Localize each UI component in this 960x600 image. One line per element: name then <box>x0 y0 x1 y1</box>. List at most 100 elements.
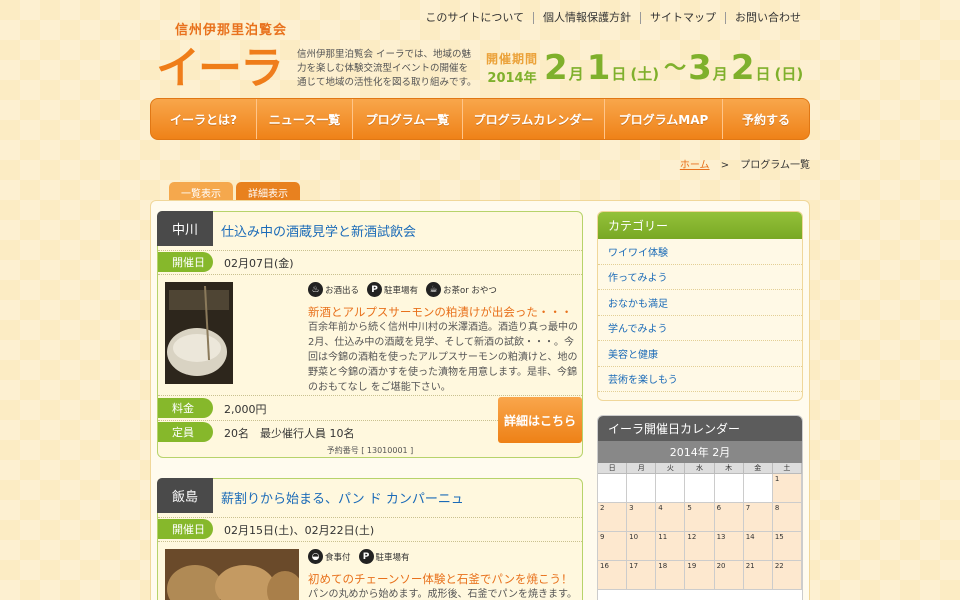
calendar-dow: 金 <box>743 463 773 474</box>
category-item[interactable]: 芸術を楽しもう <box>598 367 802 392</box>
calendar-day[interactable]: 9 <box>598 532 628 561</box>
date-label: 開催日 <box>158 252 213 272</box>
link-contact[interactable]: お問い合わせ <box>725 12 810 24</box>
start-month: 2 <box>544 48 568 88</box>
calendar-day[interactable]: 8 <box>772 503 802 532</box>
calendar-dow: 木 <box>714 463 744 474</box>
calendar-day[interactable]: 13 <box>714 532 744 561</box>
feature-icons: ♨ お酒出る P 駐車場有 ☕ お茶or おやつ <box>308 282 505 297</box>
program-photo <box>165 549 299 600</box>
program-description: パンの丸めから始めます。成形後、石釜でパンを焼きます。 <box>308 589 577 600</box>
period-year: 2014年 <box>487 71 537 86</box>
program-date: 02月15日(土)、02月22日(土) <box>224 524 375 537</box>
calendar-day[interactable]: 15 <box>772 532 802 561</box>
parking-icon: P <box>358 549 374 564</box>
nav-calendar[interactable]: プログラムカレンダー <box>463 99 605 139</box>
calendar-day[interactable]: 4 <box>656 503 686 532</box>
end-month: 3 <box>688 48 712 88</box>
nav-reserve[interactable]: 予約する <box>723 99 809 139</box>
nav-about[interactable]: イーラとは? <box>151 99 257 139</box>
top-links: このサイトについて 個人情報保護方針 サイトマップ お問い合わせ <box>416 12 810 24</box>
area-badge: 中川 <box>157 211 213 246</box>
area-badge: 飯島 <box>157 478 213 513</box>
meal-icon: ◒ <box>308 549 323 564</box>
parking-icon: P <box>367 282 383 297</box>
calendar-day[interactable]: 6 <box>714 503 744 532</box>
calendar-dow: 月 <box>627 463 657 474</box>
category-item[interactable]: 作ってみよう <box>598 265 802 290</box>
feature-parking: 駐車場有 <box>384 285 419 296</box>
program-title[interactable]: 薪割りから始まる、パン ド カンパーニュ <box>221 488 464 507</box>
calendar-day[interactable]: 10 <box>627 532 657 561</box>
breadcrumb-sep: > <box>720 160 730 171</box>
nav-news[interactable]: ニュース一覧 <box>257 99 353 139</box>
calendar-day[interactable]: 7 <box>743 503 773 532</box>
end-day-unit: 日 <box>755 65 771 83</box>
sake-icon: ♨ <box>308 282 323 297</box>
calendar-day[interactable]: 16 <box>598 561 628 590</box>
nav-programs[interactable]: プログラム一覧 <box>353 99 463 139</box>
program-card: 飯島 薪割りから始まる、パン ド カンパーニュ 開催日 02月15日(土)、02… <box>157 478 583 600</box>
calendar-day[interactable]: 20 <box>714 561 744 590</box>
calendar-day <box>714 474 744 503</box>
link-privacy[interactable]: 個人情報保護方針 <box>533 12 640 24</box>
calendar-day <box>627 474 657 503</box>
program-title[interactable]: 仕込み中の酒蔵見学と新酒試飲会 <box>221 221 416 240</box>
breadcrumb-current: プログラム一覧 <box>740 160 810 171</box>
start-month-unit: 月 <box>568 65 584 83</box>
event-period: 開催期間 2014年 2 月 1 日 (土) 〜 3 月 2 日 (日) <box>486 46 806 86</box>
calendar-day[interactable]: 2 <box>598 503 628 532</box>
category-title: カテゴリー <box>598 212 802 239</box>
end-day: 2 <box>730 48 755 88</box>
nav-map[interactable]: プログラムMAP <box>605 99 723 139</box>
detail-button[interactable]: 詳細はこちら <box>498 397 582 443</box>
program-description: 百余年前から続く信州中川村の米澤酒造。酒造り真っ最中の2月、仕込み中の酒蔵を見学… <box>308 322 578 393</box>
feature-parking: 駐車場有 <box>375 552 410 563</box>
reservation-number: 予約番号 [ 13010001 ] <box>326 446 414 455</box>
calendar-month: 2014年 2月 <box>598 441 802 463</box>
calendar-day[interactable]: 11 <box>656 532 686 561</box>
fee-label: 料金 <box>158 398 213 418</box>
start-dow: (土) <box>630 65 660 83</box>
calendar-day[interactable]: 1 <box>772 474 802 503</box>
calendar-dow: 火 <box>656 463 686 474</box>
breadcrumb: ホーム > プログラム一覧 <box>680 156 810 171</box>
period-tilde: 〜 <box>664 56 687 81</box>
calendar-dow: 土 <box>772 463 802 474</box>
capacity-label: 定員 <box>158 422 213 442</box>
calendar-title: イーラ開催日カレンダー <box>598 416 802 441</box>
calendar-day[interactable]: 17 <box>627 561 657 590</box>
site-intro: 信州伊那里泊覧会 イーラでは、地域の魅力を楽しむ体験交流型イベントの開催を通じて… <box>297 49 477 88</box>
category-item[interactable]: おなかも満足 <box>598 290 802 316</box>
logo[interactable]: イーラ <box>156 32 284 96</box>
calendar-day <box>743 474 773 503</box>
calendar-grid: 日 月 火 水 木 金 土 1 2 3 4 5 6 7 8 9 10 11 12 13 14 15 16 17 1… <box>598 463 802 590</box>
program-date: 02月07日(金) <box>224 257 294 270</box>
event-calendar: イーラ開催日カレンダー 2014年 2月 日 月 火 水 木 金 土 12345… <box>597 415 803 600</box>
feature-tea: お茶or おやつ <box>443 285 497 296</box>
tea-icon: ☕ <box>426 282 442 297</box>
calendar-day[interactable]: 5 <box>685 503 715 532</box>
breadcrumb-home[interactable]: ホーム <box>680 160 710 171</box>
feature-meal: 食事付 <box>325 552 351 563</box>
tab-list-view[interactable]: 一覧表示 <box>169 182 233 202</box>
calendar-day[interactable]: 3 <box>627 503 657 532</box>
program-photo <box>165 282 233 384</box>
calendar-day[interactable]: 19 <box>685 561 715 590</box>
calendar-day[interactable]: 14 <box>743 532 773 561</box>
end-dow: (日) <box>774 65 804 83</box>
link-sitemap[interactable]: サイトマップ <box>640 12 725 24</box>
category-item[interactable]: 美容と健康 <box>598 341 802 367</box>
calendar-day[interactable]: 22 <box>772 561 802 590</box>
calendar-day[interactable]: 21 <box>743 561 773 590</box>
calendar-dow: 日 <box>598 463 628 474</box>
calendar-day[interactable]: 18 <box>656 561 686 590</box>
category-item[interactable]: 学んでみよう <box>598 316 802 341</box>
feature-icons: ◒ 食事付 P 駐車場有 <box>308 549 418 564</box>
tab-detail-view[interactable]: 詳細表示 <box>236 182 300 202</box>
category-item[interactable]: ワイワイ体験 <box>598 239 802 265</box>
program-catch: 新酒とアルプスサーモンの粕漬けが出会った・・・ <box>308 305 573 319</box>
link-about[interactable]: このサイトについて <box>416 12 533 24</box>
calendar-day[interactable]: 12 <box>685 532 715 561</box>
program-capacity: 20名 最少催行人員 10名 <box>224 427 355 440</box>
